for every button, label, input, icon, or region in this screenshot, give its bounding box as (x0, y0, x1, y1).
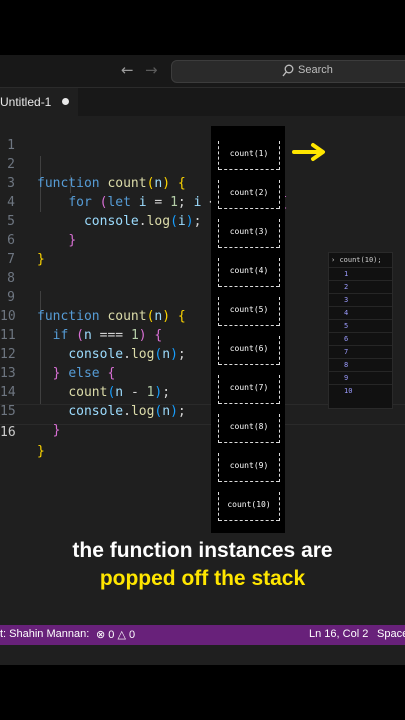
stack-frame: count(6) (218, 336, 280, 365)
console-output-row: 3 (329, 293, 392, 307)
code-line[interactable]: 1 (0, 117, 405, 153)
console-output-value: 1 (344, 270, 349, 278)
stack-frame-label: count(5) (229, 305, 269, 314)
problems-indicator[interactable]: ⊗ 0 △ 0 (96, 628, 135, 641)
indentation-setting[interactable]: Space (377, 628, 405, 640)
stack-frame: count(8) (218, 414, 280, 443)
stack-frame-label: count(4) (229, 266, 269, 275)
caption-line-1: the function instances are (72, 539, 333, 562)
stack-frame-label: count(2) (229, 188, 269, 197)
console-output-value: 9 (344, 374, 349, 382)
stack-frame-label: count(10) (227, 500, 271, 509)
warning-count: 0 (129, 629, 136, 641)
code-line[interactable]: 6 } (0, 212, 405, 267)
tab-label: Untitled-1 (0, 95, 52, 109)
code-line[interactable]: 3 for (let i = 1; i < { (0, 155, 405, 210)
warning-icon: △ (117, 629, 126, 641)
caption-line-2: popped off the stack (99, 567, 306, 590)
stack-frame-label: count(3) (229, 227, 269, 236)
console-output-row: 6 (329, 332, 392, 346)
stack-frame: count(5) (218, 297, 280, 326)
code-line[interactable]: 2 function count(n) { (0, 136, 405, 191)
code-text: } (52, 423, 61, 438)
console-output-value: 10 (344, 387, 353, 395)
stack-frame: count(4) (218, 258, 280, 287)
stack-frame: count(7) (218, 375, 280, 404)
console-output-row: 4 (329, 306, 392, 320)
console-output-value: 8 (344, 361, 349, 369)
code-line[interactable]: 4 console.log(i); (0, 174, 405, 229)
call-stack: count(1) count(2) count(3) count(4) coun… (211, 126, 285, 533)
search-placeholder: Search (298, 64, 333, 76)
stack-frame-label: count(1) (229, 149, 269, 158)
console-output-value: 5 (344, 322, 349, 330)
error-count: 0 (108, 629, 115, 641)
console-output-value: 3 (344, 296, 349, 304)
stack-frame: count(9) (218, 453, 280, 482)
console-output-row: 9 (329, 371, 392, 385)
tab-bar: Untitled-1 (0, 88, 405, 116)
title-bar: ← → Search (0, 55, 405, 88)
back-arrow-icon[interactable]: ← (121, 61, 134, 79)
console-panel: › count(10); 1 2 3 4 5 6 7 8 9 10 (328, 252, 393, 409)
stack-frame-label: count(8) (229, 422, 269, 431)
status-bar: t: Shahin Mannan: ⊗ 0 △ 0 Ln 16, Col 2 S… (0, 625, 405, 645)
line-number: 16 (0, 425, 16, 440)
console-output-row: 2 (329, 280, 392, 294)
tab-untitled-1[interactable]: Untitled-1 (0, 88, 78, 116)
console-output-value: 4 (344, 309, 349, 317)
stack-frame-label: count(7) (229, 383, 269, 392)
error-icon: ⊗ (96, 629, 106, 641)
console-output-row: 5 (329, 319, 392, 333)
stack-frame: count(10) (218, 492, 280, 521)
console-input-text: count(10); (339, 256, 382, 264)
pointer-arrow-icon (292, 143, 325, 161)
code-text: } (37, 444, 45, 459)
console-output-row: 7 (329, 345, 392, 359)
console-output-value: 2 (344, 283, 349, 291)
stack-frame: count(3) (218, 219, 280, 248)
search-box[interactable]: Search (171, 60, 405, 83)
console-output-row: 1 (329, 267, 392, 281)
code-line[interactable]: 5 } (0, 193, 405, 248)
console-output-row: 10 (329, 384, 392, 398)
stack-frame: count(1) (218, 141, 280, 170)
editor-window: ← → Search Untitled-1 1 2 function count… (0, 55, 405, 665)
console-input-line: › count(10); (331, 256, 382, 264)
cursor-position[interactable]: Ln 16, Col 2 (309, 628, 368, 640)
stack-frame-label: count(6) (229, 344, 269, 353)
console-output-value: 7 (344, 348, 349, 356)
stack-frame-label: count(9) (229, 461, 269, 470)
status-author[interactable]: t: Shahin Mannan: (0, 628, 89, 640)
forward-arrow-icon[interactable]: → (145, 61, 158, 79)
unsaved-dot-icon[interactable] (62, 98, 69, 105)
code-line[interactable]: 7 (0, 231, 405, 267)
stack-frame: count(2) (218, 180, 280, 209)
console-output-row: 8 (329, 358, 392, 372)
console-output-value: 6 (344, 335, 349, 343)
search-icon (282, 64, 294, 77)
